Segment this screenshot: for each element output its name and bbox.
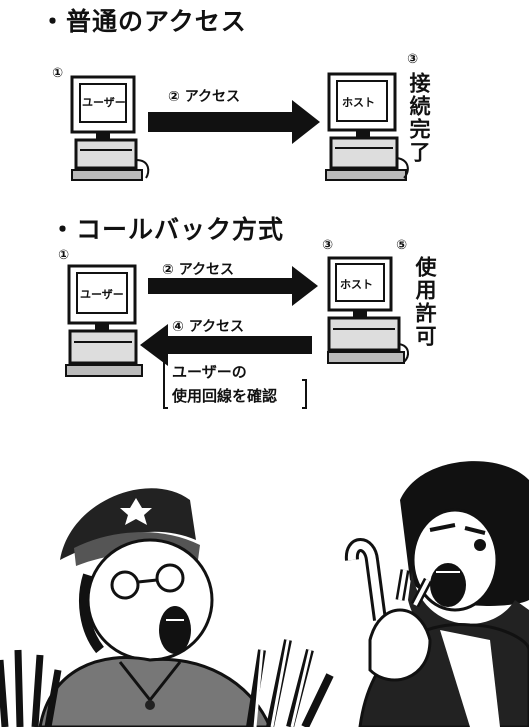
step-number-host: ③: [407, 52, 419, 67]
step-number-user-2: ①: [58, 248, 70, 263]
step-number-host-2: ③: [322, 238, 334, 253]
host-screen-label-2: ホスト: [340, 278, 373, 291]
user-computer-icon: [70, 75, 150, 181]
access-label: ② アクセス: [168, 89, 241, 105]
section-title-callback: ・コールバック方式: [50, 215, 285, 244]
bearded-man-figure-icon: [344, 461, 529, 727]
note-line-1: ユーザーの: [172, 363, 247, 381]
host-screen-label: ホスト: [342, 96, 375, 109]
connection-complete-text: 接続完了: [407, 72, 431, 164]
officer-figure-icon: [0, 488, 334, 727]
user-computer-icon-2: [65, 264, 143, 377]
note-line-2: 使用回線を確認: [172, 387, 278, 405]
user-screen-label: ユーザー: [82, 96, 126, 109]
access-back-label: ④ アクセス: [172, 319, 245, 335]
diagram-drawing: [0, 72, 529, 727]
access-out-label: ② アクセス: [162, 262, 235, 278]
host-computer-icon-2: [327, 256, 409, 364]
step-number-permit: ⑤: [396, 238, 408, 253]
user-screen-label-2: ユーザー: [80, 288, 124, 301]
use-permitted-text: 使用許可: [413, 256, 437, 348]
host-computer-icon: [325, 72, 409, 181]
access-arrow: [148, 100, 320, 144]
